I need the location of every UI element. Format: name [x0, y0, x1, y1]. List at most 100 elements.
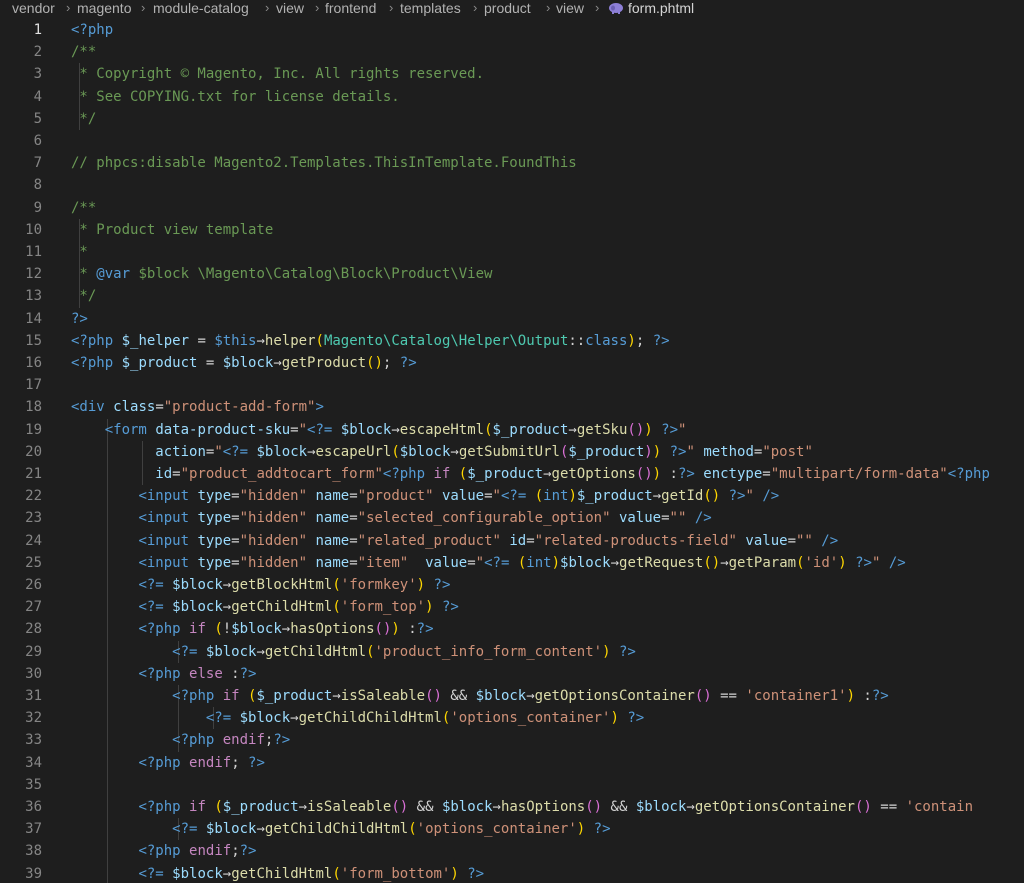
code-line[interactable]: 6 [0, 130, 1024, 152]
code-line[interactable]: 10 * Product view template [0, 219, 1024, 241]
code-token: escapeHtml [399, 421, 485, 438]
code-line[interactable]: 32 <?= $block→getChildChildHtml('options… [0, 707, 1024, 729]
code-line[interactable]: 26 <?= $block→getBlockHtml('formkey') ?> [0, 574, 1024, 596]
code-line[interactable]: 17 [0, 374, 1024, 396]
line-number[interactable]: 2 [0, 41, 42, 63]
line-number[interactable]: 34 [0, 752, 42, 774]
breadcrumb-segment-view[interactable]: view [276, 0, 304, 16]
code-line[interactable]: 30 <?php else :?> [0, 663, 1024, 685]
breadcrumb-segment-vendor[interactable]: vendor [12, 0, 55, 16]
code-line[interactable]: 11 * [0, 241, 1024, 263]
breadcrumb-segment-module-catalog[interactable]: module-catalog [153, 0, 249, 16]
code-line[interactable]: 36 <?php if ($_product→isSaleable() && $… [0, 796, 1024, 818]
code-line[interactable]: 23 <input type="hidden" name="selected_c… [0, 507, 1024, 529]
code-line[interactable]: 18 <div class="product-add-form"> [0, 396, 1024, 418]
code-line[interactable]: 16 <?php $_product = $block→getProduct();… [0, 352, 1024, 374]
code-line[interactable]: 25 <input type="hidden" name="item" valu… [0, 552, 1024, 574]
breadcrumb-segment-frontend[interactable]: frontend [325, 0, 376, 16]
line-number[interactable]: 15 [0, 330, 42, 352]
line-number[interactable]: 13 [0, 285, 42, 307]
code-line[interactable]: 28 <?php if (!$block→hasOptions()) :?> [0, 618, 1024, 640]
line-number[interactable]: 36 [0, 796, 42, 818]
code-line[interactable]: 39 <?= $block→getChildHtml('form_bottom'… [0, 863, 1024, 883]
line-number[interactable]: 16 [0, 352, 42, 374]
breadcrumb-segment-magento[interactable]: magento [77, 0, 131, 16]
code-line[interactable]: 4 * See COPYING.txt for license details. [0, 86, 1024, 108]
line-number[interactable]: 32 [0, 707, 42, 729]
code-line[interactable]: 13 */ [0, 285, 1024, 307]
line-number[interactable]: 5 [0, 108, 42, 130]
breadcrumb-segment-templates[interactable]: templates [400, 0, 461, 16]
code-line[interactable]: 29 <?= $block→getChildHtml('product_info… [0, 641, 1024, 663]
code-line[interactable]: 12 * @var $block \Magento\Catalog\Block\… [0, 263, 1024, 285]
code-line[interactable]: 33 <?php endif;?> [0, 729, 1024, 751]
line-number[interactable]: 23 [0, 507, 42, 529]
code-line[interactable]: 31 <?php if ($_product→isSaleable() && $… [0, 685, 1024, 707]
code-line[interactable]: 34 <?php endif; ?> [0, 752, 1024, 774]
line-number[interactable]: 17 [0, 374, 42, 396]
code-area[interactable]: 1 <?php 2 /** 3 * Copyright © Magento, Inc. … [0, 18, 1024, 883]
code-token: value [618, 510, 662, 527]
line-number[interactable]: 7 [0, 152, 42, 174]
code-line[interactable]: 9 /** [0, 197, 1024, 219]
line-number[interactable]: 30 [0, 663, 42, 685]
line-number[interactable]: 20 [0, 441, 42, 463]
line-number[interactable]: 28 [0, 618, 42, 640]
line-number[interactable]: 21 [0, 463, 42, 485]
breadcrumb-segment-product[interactable]: product [484, 0, 531, 16]
line-number[interactable]: 8 [0, 174, 42, 196]
line-number[interactable]: 29 [0, 641, 42, 663]
line-number[interactable]: 4 [0, 86, 42, 108]
line-number[interactable]: 26 [0, 574, 42, 596]
line-number[interactable]: 19 [0, 419, 42, 441]
code-line[interactable]: 2 /** [0, 41, 1024, 63]
code-line[interactable]: 1 <?php [0, 19, 1024, 41]
code-line[interactable]: 37 <?= $block→getChildChildHtml('options… [0, 818, 1024, 840]
line-number[interactable]: 18 [0, 396, 42, 418]
code-editor[interactable]: vendor › magento › module-catalog › view › front… [0, 0, 1024, 883]
line-number[interactable]: 33 [0, 729, 42, 751]
code-token: → [222, 865, 232, 882]
line-number[interactable]: 12 [0, 263, 42, 285]
line-number[interactable]: 9 [0, 197, 42, 219]
code-line[interactable]: 38 <?php endif;?> [0, 840, 1024, 862]
code-line[interactable]: 3 * Copyright © Magento, Inc. All rights… [0, 63, 1024, 85]
line-number[interactable]: 39 [0, 863, 42, 883]
code-line[interactable]: 15 <?php $_helper = $this→helper(Magento\… [0, 330, 1024, 352]
code-line[interactable]: 21 id="product_addtocart_form"<?php if (… [0, 463, 1024, 485]
code-line[interactable]: 19 <form data-product-sku="<?= $block→es… [0, 419, 1024, 441]
code-token: && [441, 688, 476, 704]
code-line[interactable]: 7 // phpcs:disable Magento2.Templates.Thi… [0, 152, 1024, 174]
code-line[interactable]: 5 */ [0, 108, 1024, 130]
line-number[interactable]: 37 [0, 818, 42, 840]
line-number[interactable]: 27 [0, 596, 42, 618]
line-number[interactable]: 11 [0, 241, 42, 263]
breadcrumb-segment-view[interactable]: view [556, 0, 584, 16]
code-line[interactable]: 14 ?> [0, 308, 1024, 330]
code-line-text: <?php if (!$block→hasOptions()) :?> [71, 618, 433, 640]
code-token: && [408, 799, 442, 815]
code-line[interactable]: 35 [0, 774, 1024, 796]
line-number[interactable]: 24 [0, 530, 42, 552]
line-number[interactable]: 22 [0, 485, 42, 507]
code-line[interactable]: 24 <input type="hidden" name="related_pr… [0, 530, 1024, 552]
code-line[interactable]: 20 action="<?= $block→escapeUrl($block→g… [0, 441, 1024, 463]
code-line[interactable]: 22 <input type="hidden" name="product" v… [0, 485, 1024, 507]
code-line[interactable]: 27 <?= $block→getChildHtml('form_top') ?… [0, 596, 1024, 618]
breadcrumb-file-name[interactable]: form.phtml [628, 0, 694, 16]
line-number[interactable]: 1 [0, 19, 42, 41]
code-token: $block [340, 421, 392, 438]
line-number[interactable]: 14 [0, 308, 42, 330]
line-number[interactable]: 3 [0, 63, 42, 85]
line-number[interactable]: 10 [0, 219, 42, 241]
line-number[interactable]: 25 [0, 552, 42, 574]
line-number[interactable]: 6 [0, 130, 42, 152]
line-number[interactable]: 31 [0, 685, 42, 707]
line-number[interactable]: 35 [0, 774, 42, 796]
line-number[interactable]: 38 [0, 840, 42, 862]
code-line[interactable]: 8 [0, 174, 1024, 196]
